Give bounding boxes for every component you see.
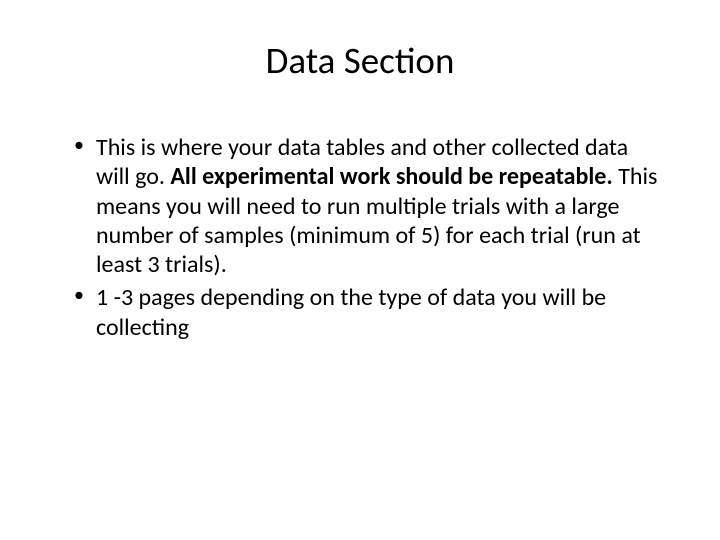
slide: Data Section This is where your data tab…	[0, 0, 720, 540]
slide-content: This is where your data tables and other…	[50, 133, 670, 342]
bullet-item: This is where your data tables and other…	[74, 133, 660, 279]
slide-title: Data Section	[50, 38, 670, 83]
bullet-text-pre: 1 -3 pages depending on the type of data…	[96, 283, 606, 341]
bullet-text-bold: All experimental work should be repeatab…	[170, 162, 612, 191]
bullet-item: 1 -3 pages depending on the type of data…	[74, 283, 660, 342]
